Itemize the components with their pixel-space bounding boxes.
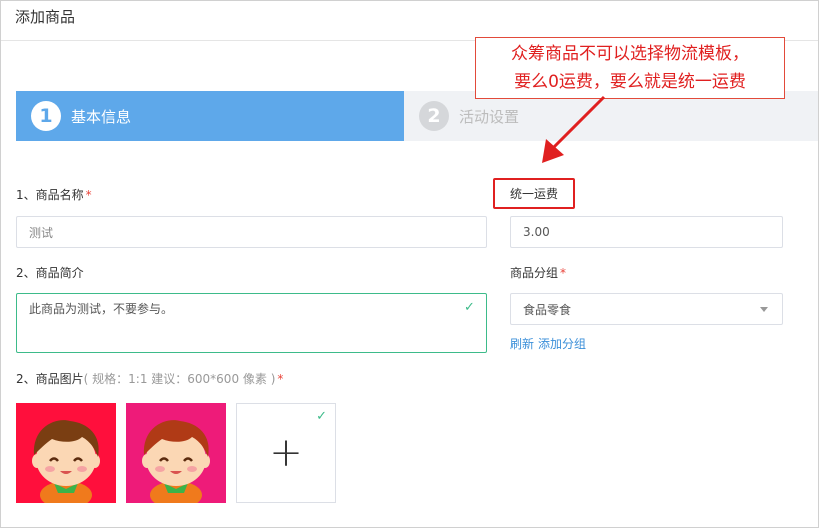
product-group-label-text: 商品分组 bbox=[510, 266, 559, 280]
product-images-label-text: 2、商品图片 bbox=[16, 372, 84, 386]
freight-label-highlight: 统一运费 bbox=[493, 178, 575, 209]
step-number: 1 bbox=[31, 101, 61, 131]
annotation-line-2: 要么0运费，要么就是统一运费 bbox=[514, 72, 746, 92]
required-mark: * bbox=[560, 266, 567, 280]
step-number: 2 bbox=[419, 101, 449, 131]
required-mark: * bbox=[85, 188, 92, 202]
refresh-link[interactable]: 刷新 bbox=[510, 337, 534, 351]
product-intro-value: 此商品为测试，不要参与。 bbox=[29, 302, 174, 316]
freight-label: 统一运费 bbox=[509, 187, 558, 201]
product-group-select[interactable]: 食品零食 bbox=[510, 293, 783, 325]
cartoon-boy-image bbox=[142, 420, 210, 503]
cartoon-boy-image bbox=[32, 420, 100, 503]
annotation-arrow-icon bbox=[542, 95, 606, 163]
product-image-thumbnail[interactable] bbox=[126, 403, 226, 503]
product-intro-label: 2、商品简介 bbox=[16, 266, 84, 280]
product-name-input[interactable]: 测试 bbox=[16, 216, 487, 248]
add-group-link[interactable]: 添加分组 bbox=[538, 337, 586, 351]
page-header: 添加商品 bbox=[1, 1, 818, 41]
product-name-value: 测试 bbox=[29, 225, 54, 240]
freight-input[interactable]: 3.00 bbox=[510, 216, 783, 248]
annotation-line-1: 众筹商品不可以选择物流模板， bbox=[511, 44, 749, 64]
step-label: 基本信息 bbox=[71, 107, 132, 126]
step-label: 活动设置 bbox=[459, 107, 520, 126]
product-images-hint: ( 规格：1:1 建议：600*600 像素 ) bbox=[83, 372, 276, 386]
required-mark: * bbox=[277, 372, 284, 386]
caret-down-icon bbox=[760, 307, 768, 312]
annotation-callout: 众筹商品不可以选择物流模板， 要么0运费，要么就是统一运费 bbox=[475, 37, 785, 99]
page-frame: 添加商品 1 基本信息 2 活动设置 3 众筹商品不可以选择物流模板， 要么0运… bbox=[0, 0, 819, 528]
product-name-label: 1、商品名称 * bbox=[16, 186, 92, 203]
product-image-thumbnail[interactable] bbox=[16, 403, 116, 503]
product-group-selected: 食品零食 bbox=[523, 302, 572, 317]
group-links: 刷新 添加分组 bbox=[510, 335, 590, 352]
product-images-label: 2、商品图片( 规格：1:1 建议：600*600 像素 ) * bbox=[16, 370, 283, 387]
valid-check-icon: ✓ bbox=[464, 300, 475, 315]
step-basic-info[interactable]: 1 基本信息 bbox=[16, 91, 404, 141]
valid-check-icon: ✓ bbox=[316, 409, 327, 424]
product-group-label: 商品分组 * bbox=[510, 264, 566, 281]
product-name-label-text: 1、商品名称 bbox=[16, 188, 84, 202]
page-title: 添加商品 bbox=[15, 8, 76, 26]
product-intro-textarea[interactable]: 此商品为测试，不要参与。 bbox=[16, 293, 487, 353]
step-third[interactable]: 3 bbox=[804, 91, 818, 141]
add-image-button[interactable]: + ✓ bbox=[236, 403, 336, 503]
freight-value: 3.00 bbox=[523, 225, 550, 239]
